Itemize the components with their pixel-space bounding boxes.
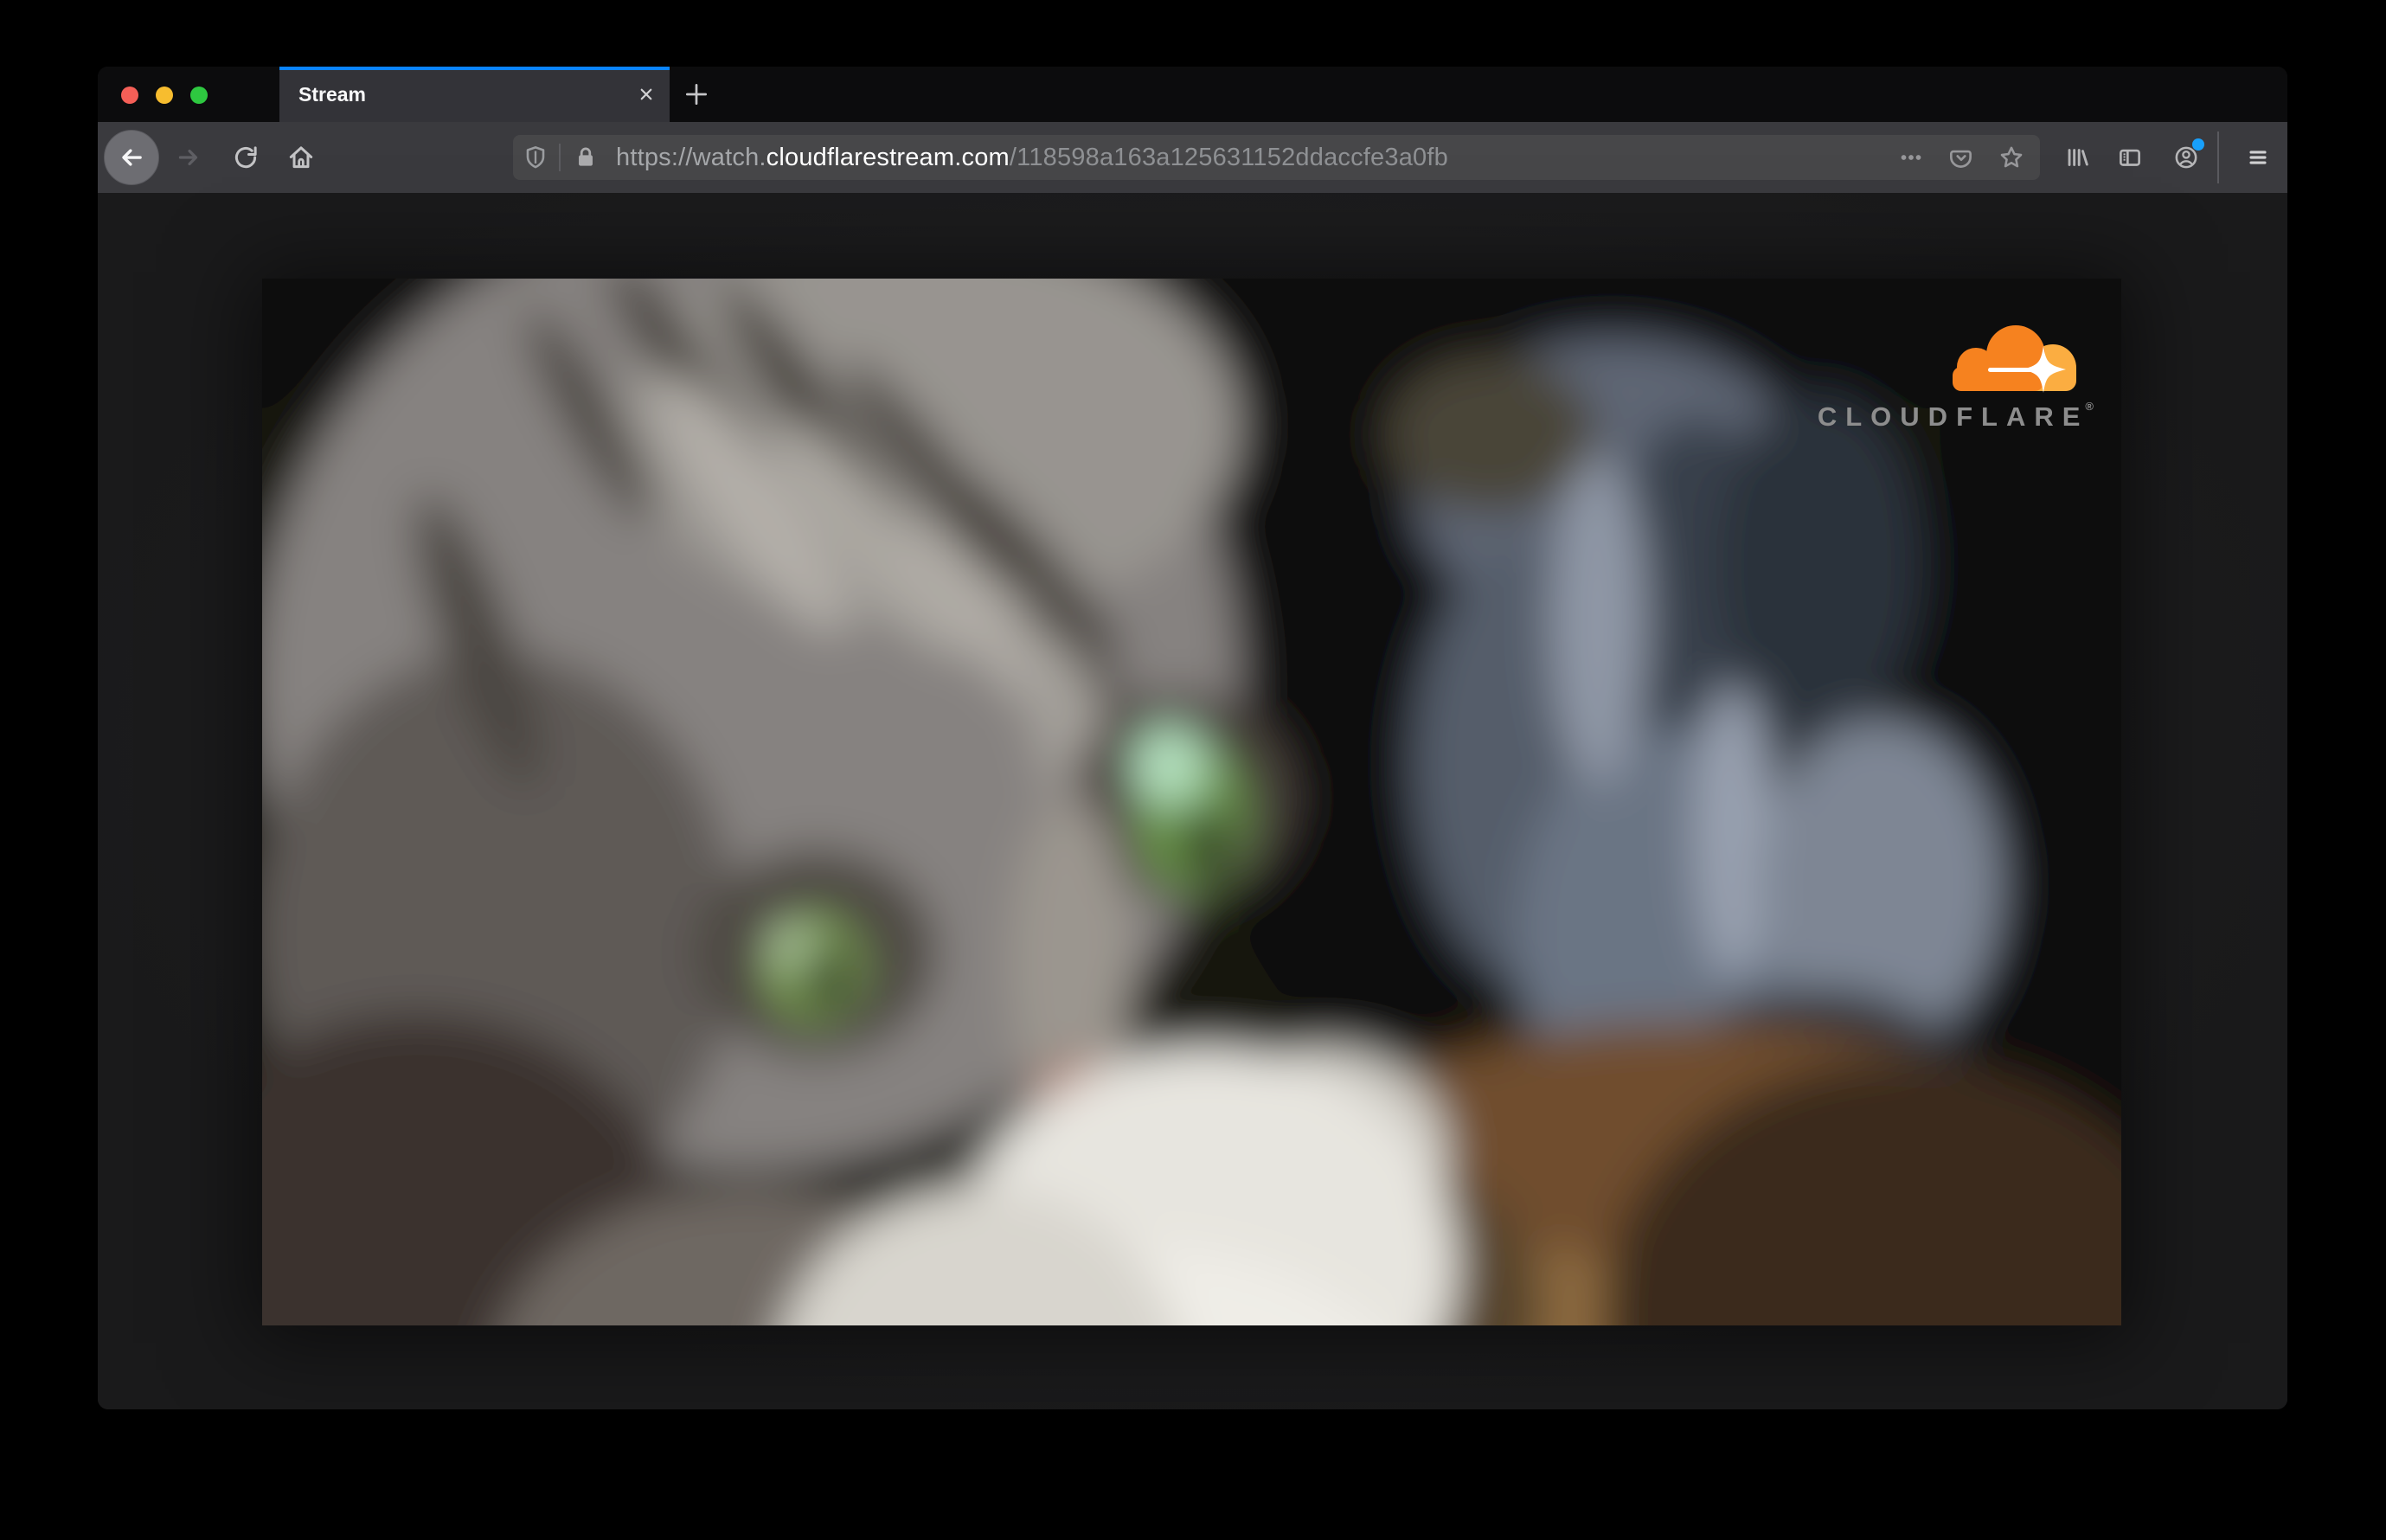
- video-player[interactable]: CLOUDFLARE®: [262, 279, 2121, 1325]
- url-text: https://watch.cloudflarestream.com/11859…: [616, 144, 1448, 172]
- cloudflare-watermark: CLOUDFLARE®: [1818, 324, 2094, 430]
- traffic-lights: [121, 87, 208, 104]
- tab-title: Stream: [298, 83, 366, 106]
- hamburger-menu-icon: [2249, 151, 2267, 164]
- home-icon: [289, 146, 313, 169]
- page-actions-button[interactable]: [1896, 143, 1926, 172]
- library-books-icon: [2068, 149, 2088, 166]
- video-frame-cat-image: [262, 279, 2121, 1325]
- back-button[interactable]: [104, 130, 159, 185]
- forward-arrow-icon: [178, 149, 198, 166]
- library-button[interactable]: [2062, 143, 2091, 172]
- bookmark-star-button[interactable]: [1997, 143, 2026, 172]
- address-bar[interactable]: https://watch.cloudflarestream.com/11859…: [513, 135, 2040, 180]
- reload-icon: [234, 146, 257, 169]
- navigation-toolbar: https://watch.cloudflarestream.com/11859…: [98, 122, 2287, 194]
- zoom-window-button[interactable]: [190, 87, 208, 104]
- new-tab-button[interactable]: [677, 79, 715, 110]
- close-icon: [640, 88, 652, 100]
- tab-close-button[interactable]: [635, 83, 657, 106]
- home-button[interactable]: [286, 143, 316, 172]
- address-bar-separator: [559, 144, 561, 171]
- browser-window: Stream https://watch.cloudflarestream.co…: [98, 67, 2287, 1409]
- url-scheme: https://watch.: [616, 143, 766, 171]
- plus-icon: [685, 83, 708, 106]
- cloudflare-cloud-icon: [1953, 325, 2076, 393]
- minimize-window-button[interactable]: [156, 87, 173, 104]
- page-content: CLOUDFLARE®: [98, 193, 2287, 1409]
- ellipsis-icon: [1901, 155, 1921, 160]
- save-to-pocket-button[interactable]: [1947, 143, 1976, 172]
- desktop-background: Stream https://watch.cloudflarestream.co…: [0, 0, 2386, 1540]
- url-domain: cloudflarestream.com: [766, 143, 1010, 171]
- trademark-mark: ®: [2085, 400, 2094, 413]
- toolbar-separator: [2217, 132, 2219, 183]
- tab-bar: Stream: [98, 67, 2287, 122]
- tracking-protection-shield-icon[interactable]: [521, 143, 550, 172]
- star-icon: [2000, 146, 2023, 168]
- sidebar-icon: [2120, 149, 2140, 166]
- account-button[interactable]: [2171, 138, 2204, 172]
- pocket-icon: [1949, 150, 1972, 168]
- app-menu-button[interactable]: [2243, 143, 2273, 172]
- back-arrow-icon: [122, 149, 142, 166]
- url-path: /118598a163a125631152ddaccfe3a0fb: [1009, 143, 1448, 171]
- cloudflare-wordmark: CLOUDFLARE®: [1817, 400, 2094, 432]
- address-bar-actions: [1896, 143, 2040, 172]
- reload-button[interactable]: [231, 143, 260, 172]
- sidebar-button[interactable]: [2115, 143, 2145, 172]
- tab-stream[interactable]: Stream: [279, 67, 670, 122]
- forward-button[interactable]: [174, 143, 203, 172]
- account-notification-dot: [2192, 138, 2204, 151]
- close-window-button[interactable]: [121, 87, 138, 104]
- address-bar-leading-icons: [513, 143, 600, 172]
- lock-icon[interactable]: [571, 143, 600, 172]
